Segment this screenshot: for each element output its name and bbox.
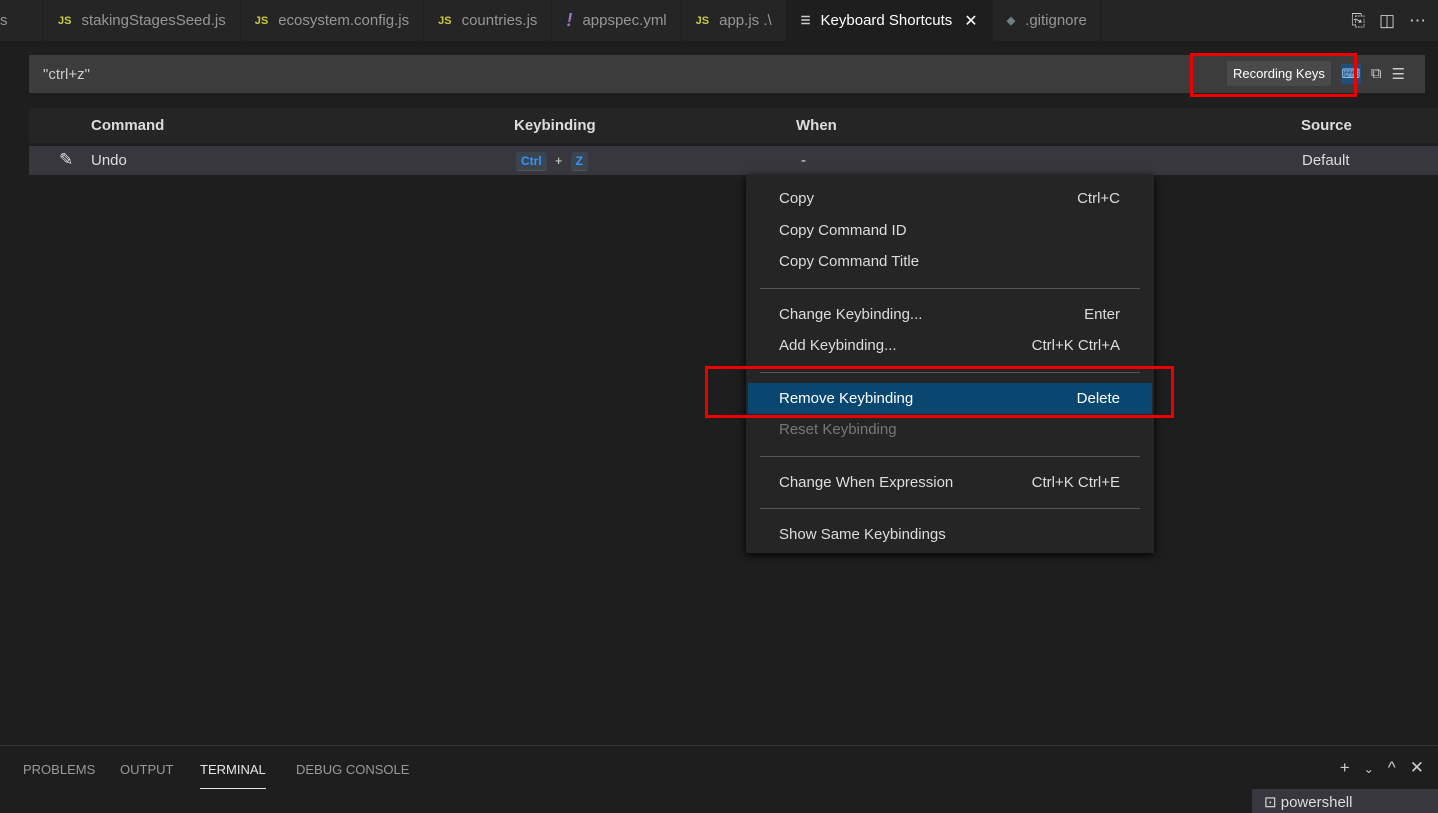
search-input[interactable]	[43, 65, 1143, 83]
tab-label: appspec.yml	[582, 12, 667, 29]
menu-item-shortcut: Ctrl+K Ctrl+A	[1031, 337, 1120, 355]
close-tab-icon[interactable]: ✕	[964, 11, 977, 31]
tab-label: s	[0, 12, 8, 29]
header-command[interactable]: Command	[91, 117, 164, 134]
menu-item-show-same-keybindings[interactable]: Show Same Keybindings	[746, 519, 1154, 551]
editor-tabs: s JS stakingStagesSeed.js JS ecosystem.confi…	[0, 0, 1438, 41]
tab-6[interactable]: ☰ Keyboard Shortcuts ✕	[786, 0, 993, 41]
chevron-down-icon[interactable]: ⌄	[1364, 762, 1374, 778]
edit-pencil-icon[interactable]: ✎	[59, 150, 73, 170]
js-file-icon: JS	[695, 14, 710, 27]
tab-debug-console[interactable]: DEBUG CONSOLE	[296, 762, 409, 777]
maximize-panel-icon[interactable]: ^	[1388, 758, 1396, 778]
menu-item-shortcut: Enter	[1084, 305, 1120, 323]
tab-label: countries.js	[461, 12, 538, 29]
close-panel-icon[interactable]: ✕	[1410, 758, 1424, 778]
tab-2[interactable]: JS ecosystem.config.js	[241, 0, 425, 41]
sort-by-precedence-icon[interactable]: ⧉	[1371, 65, 1382, 82]
js-file-icon: JS	[254, 14, 269, 27]
header-source[interactable]: Source	[1301, 117, 1352, 134]
tab-label: Keyboard Shortcuts	[820, 12, 953, 29]
key-ctrl: Ctrl	[516, 152, 547, 171]
menu-item-reset-keybinding: Reset Keybinding	[746, 414, 1154, 446]
menu-item-add-keybinding[interactable]: Add Keybinding... Ctrl+K Ctrl+A	[746, 330, 1154, 362]
bottom-panel: PROBLEMS OUTPUT TERMINAL DEBUG CONSOLE +…	[0, 745, 1438, 813]
annotation-box	[1190, 53, 1357, 97]
menu-item-label: Reset Keybinding	[779, 421, 897, 439]
keybinding-cell: Ctrl + Z	[516, 152, 588, 171]
clear-search-icon[interactable]: ☰	[1392, 65, 1405, 83]
git-file-icon: ◆	[1006, 15, 1016, 27]
tab-5[interactable]: JS app.js .\	[682, 0, 787, 41]
source-cell: Default	[1302, 152, 1350, 169]
menu-item-label: Show Same Keybindings	[779, 526, 946, 544]
terminal-powershell[interactable]: ⊡ powershell	[1252, 789, 1438, 813]
new-terminal-plus-icon[interactable]: +	[1340, 758, 1350, 778]
key-z: Z	[570, 152, 588, 171]
command-cell: Undo	[91, 152, 127, 169]
context-menu: Copy Ctrl+C Copy Command ID Copy Command Ti…	[746, 175, 1154, 553]
tab-label: stakingStagesSeed.js	[81, 12, 226, 29]
menu-separator	[760, 287, 1140, 289]
keyboard-file-icon: ☰	[800, 15, 811, 27]
tab-4[interactable]: ! appspec.yml	[552, 0, 682, 41]
terminal-label: powershell	[1280, 794, 1353, 811]
menu-item-label: Copy Command Title	[779, 253, 920, 271]
menu-item-shortcut: Ctrl+K Ctrl+E	[1031, 473, 1120, 491]
tab-1[interactable]: JS stakingStagesSeed.js	[44, 0, 241, 41]
terminal-icon: ⊡	[1264, 794, 1281, 811]
header-keybinding[interactable]: Keybinding	[514, 117, 596, 134]
menu-item-label: Change When Expression	[779, 473, 954, 491]
key-plus: +	[554, 153, 563, 168]
menu-item-change-keybinding[interactable]: Change Keybinding... Enter	[746, 299, 1154, 331]
menu-item-label: Copy	[779, 190, 815, 208]
split-editor-icon[interactable]: ◫	[1379, 11, 1395, 31]
menu-item-copy[interactable]: Copy Ctrl+C	[746, 183, 1154, 215]
menu-item-label: Change Keybinding...	[779, 305, 923, 323]
tab-label: .gitignore	[1025, 12, 1087, 29]
menu-item-label: Copy Command ID	[779, 221, 907, 239]
table-header: Command Keybinding When Source	[29, 108, 1438, 143]
menu-item-copy-command-title[interactable]: Copy Command Title	[746, 246, 1154, 278]
menu-item-label: Add Keybinding...	[779, 337, 897, 355]
menu-item-shortcut: Ctrl+C	[1077, 190, 1120, 208]
menu-item-change-when-expression[interactable]: Change When Expression Ctrl+K Ctrl+E	[746, 467, 1154, 499]
tab-output[interactable]: OUTPUT	[120, 762, 173, 777]
tab-7[interactable]: ◆ .gitignore	[993, 0, 1102, 41]
menu-separator	[760, 455, 1140, 457]
js-file-icon: JS	[58, 14, 72, 27]
yml-file-icon: !	[566, 10, 573, 30]
tab-label: ecosystem.config.js	[278, 12, 410, 29]
menu-item-copy-command-id[interactable]: Copy Command ID	[746, 215, 1154, 247]
js-file-icon: JS	[438, 14, 452, 27]
menu-separator	[760, 508, 1140, 509]
when-cell: -	[801, 152, 806, 169]
editor-actions: ⎘ ◫ ⋯	[1351, 0, 1426, 41]
tab-0[interactable]: s	[0, 0, 44, 41]
tab-terminal[interactable]: TERMINAL	[200, 762, 266, 789]
header-when[interactable]: When	[796, 117, 837, 134]
annotation-box	[705, 366, 1174, 418]
tab-problems[interactable]: PROBLEMS	[23, 762, 95, 777]
tab-3[interactable]: JS countries.js	[424, 0, 553, 41]
table-row[interactable]: ✎ Undo Ctrl + Z - Default	[29, 146, 1438, 175]
tab-label: app.js .\	[719, 12, 772, 29]
more-actions-icon[interactable]: ⋯	[1409, 11, 1426, 31]
open-json-icon[interactable]: ⎘	[1351, 11, 1365, 31]
